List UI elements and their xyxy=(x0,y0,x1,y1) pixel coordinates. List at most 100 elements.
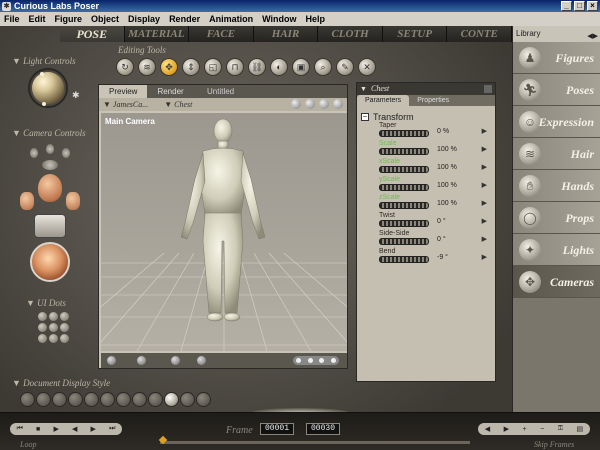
figure-menu[interactable]: ▼ JamesCa... xyxy=(103,100,148,109)
view-magnifier-icon[interactable]: ⌕ xyxy=(314,58,332,76)
light-control-ball[interactable] xyxy=(32,72,64,104)
right-hand-camera-icon[interactable] xyxy=(66,192,80,210)
play-icon[interactable]: ▶ xyxy=(53,425,58,433)
tab-face[interactable]: FACE xyxy=(189,26,254,42)
smooth-shaded-style-icon[interactable] xyxy=(164,392,179,407)
camera-icon[interactable] xyxy=(305,99,315,109)
translate-icon[interactable]: ✥ xyxy=(160,58,178,76)
menu-figure[interactable]: Figure xyxy=(55,14,83,24)
ui-dot[interactable] xyxy=(49,323,58,332)
texture-shaded-style-icon[interactable] xyxy=(196,392,211,407)
translate-in-out-icon[interactable]: ⇕ xyxy=(182,58,200,76)
library-header[interactable]: Library ◀▶ xyxy=(513,26,600,42)
tab-preview[interactable]: Preview xyxy=(99,85,148,98)
param-dial[interactable] xyxy=(379,220,429,227)
param-dial[interactable] xyxy=(379,184,429,191)
delete-keyframe-icon[interactable]: − xyxy=(540,426,544,433)
menu-display[interactable]: Display xyxy=(128,14,160,24)
lit-wireframe-style-icon[interactable] xyxy=(84,392,99,407)
collapse-minus-icon[interactable]: − xyxy=(361,113,369,121)
param-dial[interactable] xyxy=(379,256,429,263)
ui-dot[interactable] xyxy=(38,312,47,321)
color-icon[interactable]: ◐ xyxy=(270,58,288,76)
timeline-marker[interactable] xyxy=(158,435,168,445)
library-item-cameras[interactable]: ✥ Cameras xyxy=(513,266,600,298)
maximize-button[interactable]: □ xyxy=(574,1,585,11)
key-icon[interactable]: ⚿ xyxy=(558,425,563,433)
param-dial[interactable] xyxy=(379,238,429,245)
dropdown-icon[interactable] xyxy=(107,356,116,365)
wireframe-style-icon[interactable] xyxy=(52,392,67,407)
param-menu-arrow-icon[interactable]: ▶ xyxy=(482,163,487,171)
tab-properties[interactable]: Properties xyxy=(409,95,457,106)
library-item-expression[interactable]: ☺ Expression xyxy=(513,106,600,138)
tab-cloth[interactable]: CLOTH xyxy=(318,26,383,42)
param-menu-arrow-icon[interactable]: ▶ xyxy=(482,199,487,207)
library-item-hands[interactable]: ✋︎ Hands xyxy=(513,170,600,202)
ui-dot[interactable] xyxy=(49,312,58,321)
3d-viewport[interactable]: Main Camera xyxy=(101,113,347,351)
light-pin[interactable] xyxy=(40,72,44,76)
stop-icon[interactable]: ■ xyxy=(36,426,40,433)
direct-manipulation-icon[interactable]: ✕ xyxy=(358,58,376,76)
prev-keyframe-icon[interactable]: ◀ xyxy=(485,425,490,433)
grouping-icon[interactable]: ▣ xyxy=(292,58,310,76)
next-keyframe-icon[interactable]: ▶ xyxy=(504,425,509,433)
param-menu-arrow-icon[interactable]: ▶ xyxy=(482,127,487,135)
menu-window[interactable]: Window xyxy=(262,14,296,24)
param-dial[interactable] xyxy=(379,148,429,155)
collapse-triangle-icon[interactable]: ▼ xyxy=(12,378,23,388)
rotate-icon[interactable]: ↻ xyxy=(116,58,134,76)
library-item-figures[interactable]: ♟ Figures xyxy=(513,42,600,74)
ui-dot[interactable] xyxy=(60,323,69,332)
chain-break-icon[interactable]: ⛓ xyxy=(248,58,266,76)
silhouette-style-icon[interactable] xyxy=(20,392,35,407)
hidden-line-style-icon[interactable] xyxy=(68,392,83,407)
close-button[interactable]: × xyxy=(587,1,598,11)
menu-file[interactable]: File xyxy=(4,14,20,24)
camera-select-icon[interactable] xyxy=(42,160,58,170)
menu-object[interactable]: Object xyxy=(91,14,119,24)
render-icon[interactable] xyxy=(291,99,301,109)
ui-dot[interactable] xyxy=(60,312,69,321)
cartoon-line-style-icon[interactable] xyxy=(148,392,163,407)
library-item-hair[interactable]: ≋ Hair xyxy=(513,138,600,170)
flat-shaded-style-icon[interactable] xyxy=(100,392,115,407)
tab-setup[interactable]: SETUP xyxy=(382,26,448,42)
face-camera-icon[interactable] xyxy=(38,174,62,202)
tracking-icon[interactable] xyxy=(171,356,180,365)
param-dial[interactable] xyxy=(379,166,429,173)
flat-lined-style-icon[interactable] xyxy=(116,392,131,407)
camera-select-icon[interactable] xyxy=(30,148,38,158)
transform-group[interactable]: − Transform xyxy=(357,106,495,122)
ui-dot[interactable] xyxy=(38,334,47,343)
menu-animation[interactable]: Animation xyxy=(209,14,253,24)
taper-icon[interactable]: ⊓ xyxy=(226,58,244,76)
tab-hair[interactable]: HAIR xyxy=(253,26,319,42)
collapse-triangle-icon[interactable]: ▼ xyxy=(360,83,367,95)
menu-help[interactable]: Help xyxy=(306,14,326,24)
light-pin[interactable] xyxy=(42,102,46,106)
param-dial[interactable] xyxy=(379,130,429,137)
human-figure[interactable] xyxy=(101,113,347,351)
tab-content[interactable]: CONTE xyxy=(447,26,513,42)
param-dial[interactable] xyxy=(379,202,429,209)
left-hand-camera-icon[interactable] xyxy=(20,192,34,210)
collapse-triangle-icon[interactable]: ▼ xyxy=(12,128,23,138)
skip-frames-label[interactable]: Skip Frames xyxy=(534,440,574,449)
total-frames-field[interactable]: 00030 xyxy=(306,423,340,435)
body-part-menu[interactable]: ▼ Chest xyxy=(164,100,192,109)
library-item-poses[interactable]: 🏃︎ Poses xyxy=(513,74,600,106)
scale-icon[interactable]: ◱ xyxy=(204,58,222,76)
camera-select-icon[interactable] xyxy=(62,148,70,158)
camera-move-icon[interactable] xyxy=(34,214,66,238)
menu-edit[interactable]: Edit xyxy=(29,14,46,24)
figure-style-icon[interactable] xyxy=(137,356,146,365)
tab-material[interactable]: MATERIAL xyxy=(124,26,190,42)
param-menu-arrow-icon[interactable]: ▶ xyxy=(482,217,487,225)
param-menu-arrow-icon[interactable]: ▶ xyxy=(482,145,487,153)
param-menu-arrow-icon[interactable]: ▶ xyxy=(482,235,487,243)
depth-cue-icon[interactable] xyxy=(197,356,206,365)
current-frame-field[interactable]: 00001 xyxy=(260,423,294,435)
timeline-slider[interactable] xyxy=(158,435,470,445)
